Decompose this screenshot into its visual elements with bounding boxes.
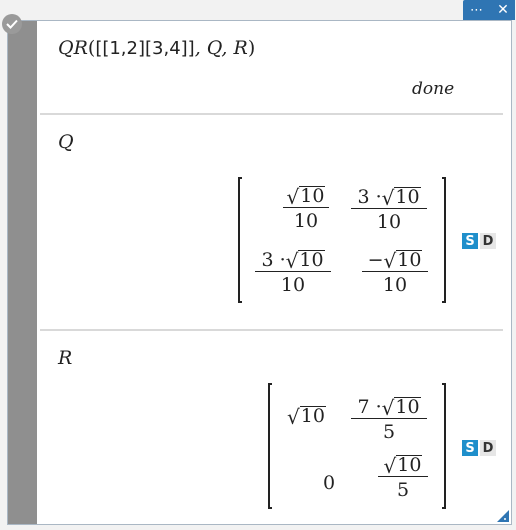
q-symbolic-toggle[interactable]: S [462, 233, 478, 249]
matrix-argument: [[1,2][3,4]] [95, 38, 195, 59]
q-left-bracket [238, 177, 242, 303]
q-cell-12: 3 · √ 10 10 [351, 186, 427, 233]
q-right-bracket [442, 177, 446, 303]
close-paren: ) [247, 37, 256, 59]
function-name: QR [58, 37, 88, 59]
output-label-q: Q [58, 131, 74, 153]
resize-grip-icon[interactable] [497, 510, 509, 522]
done-status: done [412, 79, 455, 99]
close-button[interactable]: ✕ [491, 0, 515, 20]
q-cell-22: − √ 10 10 [362, 249, 428, 296]
separator [40, 329, 503, 331]
separator [40, 113, 503, 115]
left-gutter [8, 21, 37, 524]
r-cell-12: 7 · √ 10 5 [351, 396, 427, 443]
r-decimal-toggle[interactable]: D [480, 440, 496, 456]
r-left-bracket [268, 383, 272, 509]
q-decimal-toggle[interactable]: D [480, 233, 496, 249]
entry-expression[interactable]: QR([[1,2][3,4]], Q, R) [58, 37, 255, 59]
r-symbolic-toggle[interactable]: S [462, 440, 478, 456]
close-icon: ✕ [497, 2, 509, 18]
r-cell-22: √ 10 5 [378, 455, 428, 501]
calculation-window: QR([[1,2][3,4]], Q, R) done Q √ 10 10 3 ·… [7, 20, 512, 525]
more-icon: ⋯ [470, 2, 484, 18]
r-cell-11: √ 10 [287, 404, 326, 429]
more-menu-button[interactable]: ⋯ [463, 0, 491, 20]
q-cell-21: 3 · √ 10 10 [255, 249, 331, 296]
output-label-r: R [58, 347, 73, 369]
q-cell-11: √ 10 10 [283, 186, 329, 232]
r-cell-21: 0 [323, 472, 336, 494]
check-circle-icon[interactable] [2, 14, 22, 34]
r-right-bracket [442, 383, 446, 509]
calculation-content: QR([[1,2][3,4]], Q, R) done Q √ 10 10 3 ·… [37, 21, 511, 524]
output-args: , Q, R [194, 37, 248, 59]
